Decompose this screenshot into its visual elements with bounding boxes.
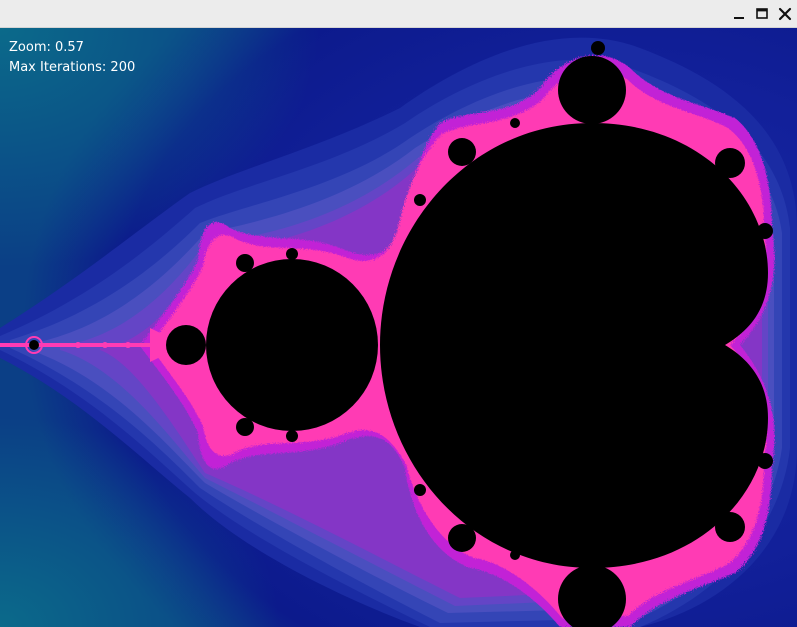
maximize-icon [756, 8, 768, 19]
zoom-readout: Zoom: 0.57 [9, 40, 84, 55]
title-bar[interactable] [0, 0, 797, 28]
maximize-button[interactable] [752, 4, 772, 24]
mandelbrot-render [0, 28, 797, 627]
fractal-canvas[interactable] [0, 28, 797, 627]
minimize-button[interactable] [729, 4, 749, 24]
info-overlay: Zoom: 0.57 Max Iterations: 200 [9, 38, 135, 78]
app-window: Zoom: 0.57 Max Iterations: 200 [0, 0, 797, 627]
iterations-readout: Max Iterations: 200 [9, 60, 136, 75]
close-button[interactable] [775, 4, 795, 24]
minimize-icon [734, 17, 744, 19]
close-icon [778, 7, 792, 21]
